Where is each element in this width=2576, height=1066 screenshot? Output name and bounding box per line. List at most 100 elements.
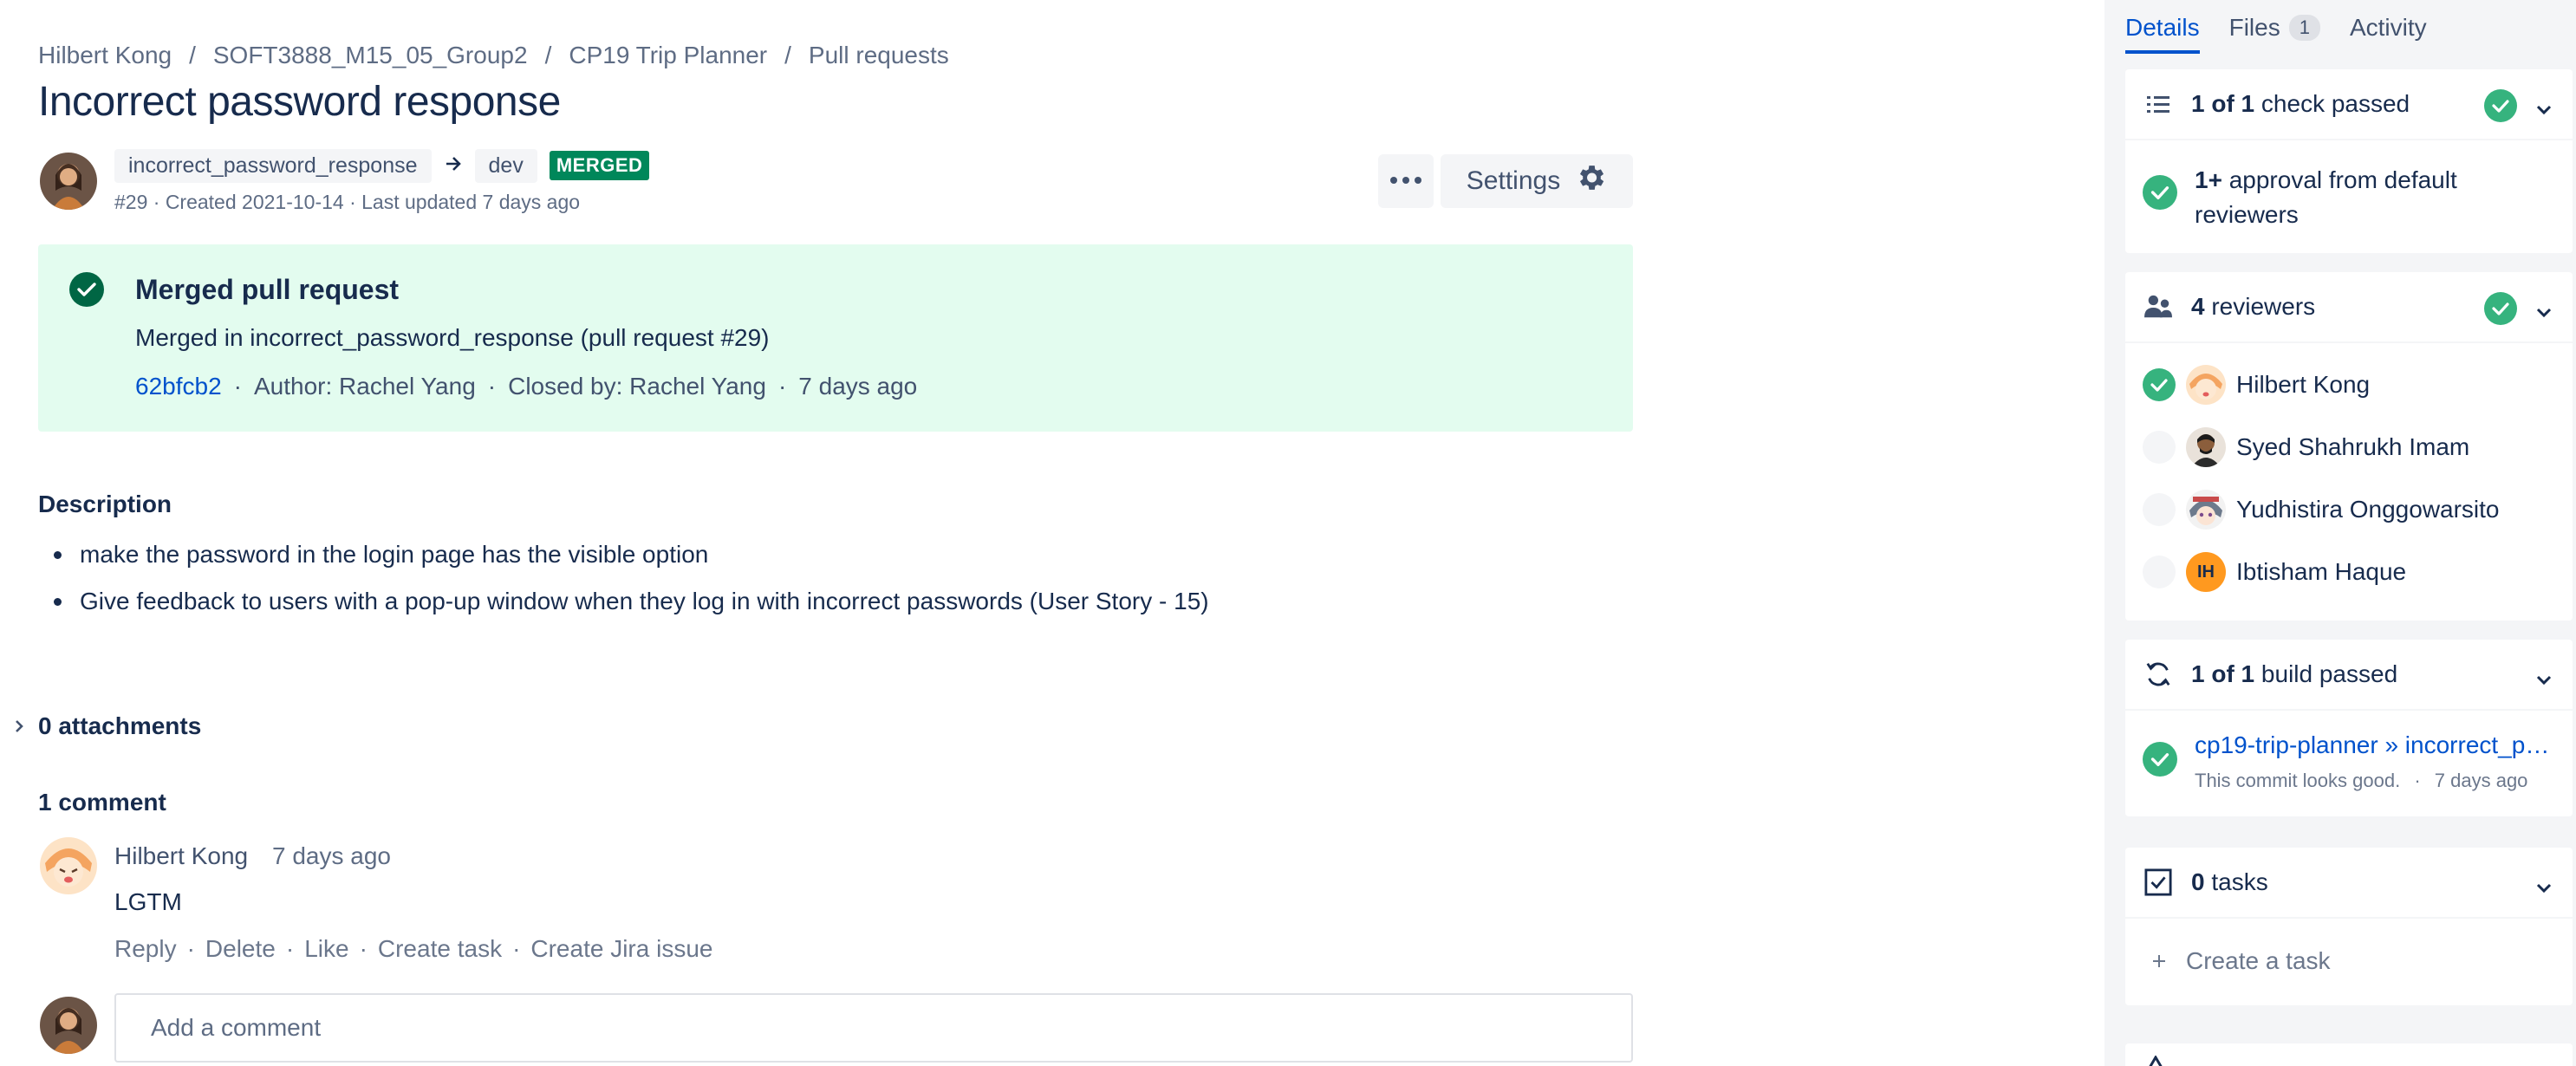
checks-card: 1 of 1 check passed 1+ approval from def…	[2125, 69, 2573, 253]
reviewer-row[interactable]: IH Ibtisham Haque	[2125, 541, 2573, 603]
tab-label: Files	[2228, 14, 2280, 41]
merged-meta: 62bfcb2 · Author: Rachel Yang · Closed b…	[135, 373, 917, 400]
sidebar-tabs: Details Files 1 Activity	[2125, 14, 2456, 59]
pending-status-icon	[2143, 431, 2176, 464]
next-card	[2125, 1043, 2573, 1066]
reviewer-row[interactable]: Syed Shahrukh Imam	[2125, 416, 2573, 478]
people-icon	[2144, 294, 2172, 320]
merged-subtitle: Merged in incorrect_password_response (p…	[135, 324, 770, 351]
delete-button[interactable]: Delete	[205, 935, 276, 963]
breadcrumb-workspace[interactable]: SOFT3888_M15_05_Group2	[213, 42, 528, 69]
approval-rule: 1+ approval from default reviewers	[2125, 140, 2573, 244]
checkbox-icon	[2144, 868, 2172, 897]
description-list: make the password in the login page has …	[38, 539, 1209, 633]
builds-count: 1 of 1	[2191, 660, 2255, 687]
files-count-badge: 1	[2288, 15, 2320, 41]
tasks-label: tasks	[2204, 868, 2268, 895]
attachments-label: 0 attachments	[38, 712, 202, 739]
breadcrumb-pull-requests[interactable]: Pull requests	[809, 42, 949, 69]
build-time: 7 days ago	[2434, 770, 2528, 791]
build-status: This commit looks good. · 7 days ago	[2195, 770, 2550, 792]
author-avatar[interactable]	[40, 153, 97, 210]
breadcrumb-repository[interactable]: CP19 Trip Planner	[569, 42, 767, 69]
description-title: Description	[38, 491, 172, 517]
chevron-down-icon	[2534, 95, 2553, 123]
reviewer-name: Syed Shahrukh Imam	[2236, 433, 2470, 460]
comments-title: 1 comment	[38, 789, 166, 816]
tab-label: Details	[2125, 14, 2200, 41]
tasks-card: 0 tasks Create a task	[2125, 848, 2573, 1005]
status-badge: MERGED	[549, 151, 650, 180]
comment-avatar[interactable]	[40, 837, 97, 894]
merged-check-icon	[69, 272, 104, 311]
breadcrumb: Hilbert Kong / SOFT3888_M15_05_Group2 / …	[38, 42, 949, 69]
current-user-avatar	[40, 997, 97, 1054]
merged-title: Merged pull request	[135, 274, 400, 305]
tab-activity[interactable]: Activity	[2350, 14, 2427, 50]
create-task-row[interactable]: Create a task	[2125, 919, 2573, 1004]
chevron-down-icon	[2534, 874, 2553, 901]
reviewer-row[interactable]: Hilbert Kong	[2125, 354, 2573, 416]
reviewer-row[interactable]: Yudhistira Onggowarsito	[2125, 478, 2573, 541]
target-branch[interactable]: dev	[474, 148, 537, 183]
tab-details[interactable]: Details	[2125, 14, 2200, 54]
tab-files[interactable]: Files 1	[2229, 14, 2320, 50]
comment-body: LGTM	[114, 888, 182, 915]
comment-time[interactable]: 7 days ago	[272, 842, 391, 870]
avatar	[2186, 365, 2226, 405]
merged-panel: Merged pull request Merged in incorrect_…	[38, 244, 1633, 432]
breadcrumb-user[interactable]: Hilbert Kong	[38, 42, 172, 69]
separator-dot: ·	[359, 935, 368, 962]
reply-button[interactable]: Reply	[114, 935, 177, 963]
builds-label: build passed	[2254, 660, 2398, 687]
builds-header[interactable]: 1 of 1 build passed	[2125, 640, 2573, 711]
reviewers-header[interactable]: 4 reviewers	[2125, 272, 2573, 343]
breadcrumb-separator: /	[189, 42, 196, 68]
pending-status-icon	[2143, 493, 2176, 526]
create-task-label: Create a task	[2186, 947, 2331, 974]
reviewers-label: reviewers	[2204, 293, 2316, 320]
build-link[interactable]: cp19-trip-planner » incorrect_password_r…	[2195, 731, 2550, 759]
arrow-right-icon	[444, 154, 463, 178]
avatar-initials: IH	[2186, 552, 2226, 592]
list-item: make the password in the login page has …	[38, 539, 1209, 570]
chevron-down-icon	[2534, 666, 2553, 693]
reviewer-list: Hilbert Kong Syed Shahrukh Imam Yudhisti…	[2125, 343, 2573, 603]
create-task-button[interactable]: Create task	[378, 935, 502, 963]
pr-meta: #29 · Created 2021-10-14 · Last updated …	[114, 191, 581, 213]
reviewer-name: Hilbert Kong	[2236, 371, 2371, 398]
success-check-icon	[2484, 89, 2517, 128]
reviewers-count: 4	[2191, 293, 2205, 320]
success-check-icon	[2143, 741, 2177, 783]
success-check-icon	[2484, 292, 2517, 331]
approved-check-icon	[2143, 368, 2176, 401]
avatar	[2186, 427, 2226, 467]
tab-label: Activity	[2349, 14, 2427, 41]
checks-label: check passed	[2254, 90, 2410, 117]
like-button[interactable]: Like	[304, 935, 348, 963]
approval-rule-bold: 1+	[2195, 166, 2222, 193]
approval-rule-text: 1+ approval from default reviewers	[2195, 163, 2524, 232]
more-actions-button[interactable]	[1378, 154, 1434, 208]
build-info: cp19-trip-planner » incorrect_password_r…	[2195, 731, 2550, 792]
breadcrumb-separator: /	[784, 42, 791, 68]
separator-dot: ·	[233, 373, 242, 400]
approval-rule-label: approval from default reviewers	[2195, 166, 2464, 228]
checks-header[interactable]: 1 of 1 check passed	[2125, 69, 2573, 140]
chevron-right-icon	[12, 712, 26, 740]
commit-link[interactable]: 62bfcb2	[135, 373, 222, 400]
comment-author[interactable]: Hilbert Kong	[114, 842, 248, 870]
sidebar: Details Files 1 Activity 1 of 1 check pa…	[2104, 0, 2576, 1066]
breadcrumb-separator: /	[544, 42, 552, 68]
tasks-header[interactable]: 0 tasks	[2125, 848, 2573, 919]
add-comment-input[interactable]: Add a comment	[114, 993, 1633, 1063]
source-branch[interactable]: incorrect_password_response	[114, 148, 432, 183]
main-content: Hilbert Kong / SOFT3888_M15_05_Group2 / …	[0, 0, 2104, 1066]
attachments-toggle[interactable]: 0 attachments	[12, 712, 201, 740]
gear-icon	[1574, 161, 1607, 201]
build-status-text: This commit looks good.	[2195, 770, 2401, 791]
create-jira-issue-button[interactable]: Create Jira issue	[530, 935, 712, 963]
settings-button[interactable]: Settings	[1441, 154, 1633, 208]
reviewer-name: Ibtisham Haque	[2236, 558, 2407, 585]
separator-dot: ·	[2414, 770, 2421, 791]
